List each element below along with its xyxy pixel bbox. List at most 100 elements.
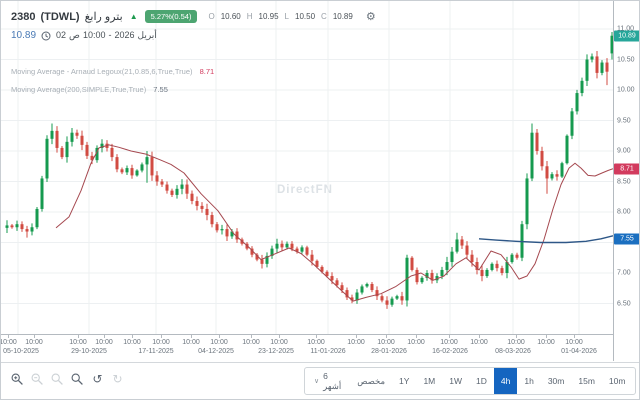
time-label: 10:00 [565, 339, 583, 346]
ohlc-row: O 10.60 H 10.95 L 10.50 C 10.89 [208, 12, 352, 21]
bottom-toolbar: ↺↻ ∨ 6 أشهر مخصص1Y1M1W1D4h1h30m15m10m5m1… [1, 362, 639, 400]
candle-body [306, 247, 309, 254]
candle-body [331, 276, 334, 280]
time-tick [449, 335, 450, 338]
time-tick [104, 335, 105, 338]
symbol-code: 2380 [11, 11, 35, 23]
symbol-name: بترو رابغ [85, 10, 123, 23]
indicator-alma[interactable]: Moving Average - Arnaud Legoux(21,0.85,6… [11, 67, 214, 76]
price-axis-label: 6.50 [617, 300, 631, 307]
date-label: 08-03-2026 [495, 348, 531, 355]
price-axis-label: 10.00 [617, 87, 635, 94]
date-label: 11-01-2026 [310, 348, 345, 355]
candle-body [421, 278, 424, 282]
timeframe-1D[interactable]: 1D [469, 368, 494, 394]
time-label: 10:00 [242, 339, 260, 346]
change-badge: 5.27%(0.54) [145, 10, 198, 23]
period-dropdown[interactable]: ∨ 6 أشهر [305, 368, 350, 394]
candle-body [61, 148, 64, 157]
indicator-alma-value: 8.71 [200, 67, 215, 76]
marquee-zoom-icon [51, 373, 64, 386]
candle-body [391, 299, 394, 305]
candle-body [311, 255, 314, 261]
candle-body [591, 56, 594, 59]
price-axis[interactable]: 11.0010.5010.009.509.008.508.007.006.501… [613, 1, 640, 361]
price-axis-label: 7.00 [617, 270, 631, 277]
candle-body [281, 244, 284, 248]
time-axis[interactable]: 10:00 10:00 10:00 10:00 10:00 10:00 10:00 10:00… [1, 334, 613, 363]
time-label: 10:00 [123, 339, 141, 346]
time-label: 10:00 [440, 339, 458, 346]
timeframe-4h[interactable]: 4h [494, 368, 517, 394]
timeframe-5m[interactable]: 5m [632, 368, 640, 394]
candle-body [196, 201, 199, 206]
candle-body [211, 215, 214, 224]
alma-value-badge: 8.71 [614, 163, 640, 174]
timeframe-10m[interactable]: 10m [602, 368, 633, 394]
timeframe-1W[interactable]: 1W [442, 368, 469, 394]
candle-body [16, 224, 19, 227]
indicator-sma-label: Moving Average(200,SIMPLE,True,True) [11, 85, 146, 94]
timeframe-1M[interactable]: 1M [416, 368, 442, 394]
candle-body [56, 131, 59, 148]
candle-body [86, 145, 89, 156]
time-label: 10:00 [407, 339, 425, 346]
time-label: 10:00 [95, 339, 113, 346]
datetime-token: 02 [56, 30, 66, 40]
timeframe-مخصص[interactable]: مخصص [350, 368, 392, 394]
date-label: 29-10-2025 [71, 348, 107, 355]
date-label: 01-04-2026 [561, 348, 597, 355]
time-tick [219, 335, 220, 338]
zoom-in-icon[interactable] [11, 373, 24, 386]
settings-gear-icon[interactable]: ⚙ [366, 10, 376, 23]
time-label: 10:00 [69, 339, 87, 346]
last-price: 10.89 [11, 30, 36, 41]
time-tick [546, 335, 547, 338]
candle-body [371, 284, 374, 290]
datetime-token: - [108, 30, 111, 40]
low-value: 10.50 [295, 12, 315, 21]
date-label: 16-02-2026 [432, 348, 468, 355]
time-tick [78, 335, 79, 338]
candlestick-chart[interactable] [1, 1, 613, 334]
candle-body [556, 174, 559, 176]
timeframe-30m[interactable]: 30m [541, 368, 572, 394]
candle-body [516, 255, 519, 258]
candle-body [366, 284, 369, 286]
timeframe-15m[interactable]: 15m [571, 368, 602, 394]
time-label: 10:00 [182, 339, 200, 346]
zoom-reset-icon[interactable] [71, 373, 84, 386]
candle-body [471, 255, 474, 262]
candle-body [526, 178, 529, 224]
candle-body [566, 136, 569, 163]
high-value: 10.95 [259, 12, 279, 21]
timeframe-1h[interactable]: 1h [517, 368, 540, 394]
candle-body [361, 286, 364, 292]
candle-body [81, 136, 84, 145]
time-tick [416, 335, 417, 338]
candle-body [546, 166, 549, 178]
candle-body [511, 255, 514, 262]
time-label: 10:00 [470, 339, 488, 346]
up-arrow-icon: ▲ [130, 12, 138, 21]
candle-body [446, 262, 449, 270]
timeframe-1Y[interactable]: 1Y [392, 368, 416, 394]
time-tick [574, 335, 575, 338]
datetime-token: 2026 [114, 30, 134, 40]
time-tick [251, 335, 252, 338]
time-tick [316, 335, 317, 338]
indicator-sma[interactable]: Moving Average(200,SIMPLE,True,True) 7.5… [11, 85, 168, 94]
bar-datetime: 02ص10:00-2026أبريل [56, 30, 160, 41]
time-label: 10:00 [347, 339, 365, 346]
candle-body [571, 111, 574, 135]
candle-body [441, 270, 444, 276]
indicator-sma-value: 7.55 [153, 85, 168, 94]
time-tick [279, 335, 280, 338]
undo-icon[interactable]: ↺ [91, 373, 104, 386]
low-label: L [285, 12, 289, 21]
candle-body [606, 63, 609, 72]
candle-body [276, 244, 279, 249]
sma-line [479, 236, 613, 243]
candle-body [396, 296, 399, 298]
time-label: 10:00 [377, 339, 395, 346]
